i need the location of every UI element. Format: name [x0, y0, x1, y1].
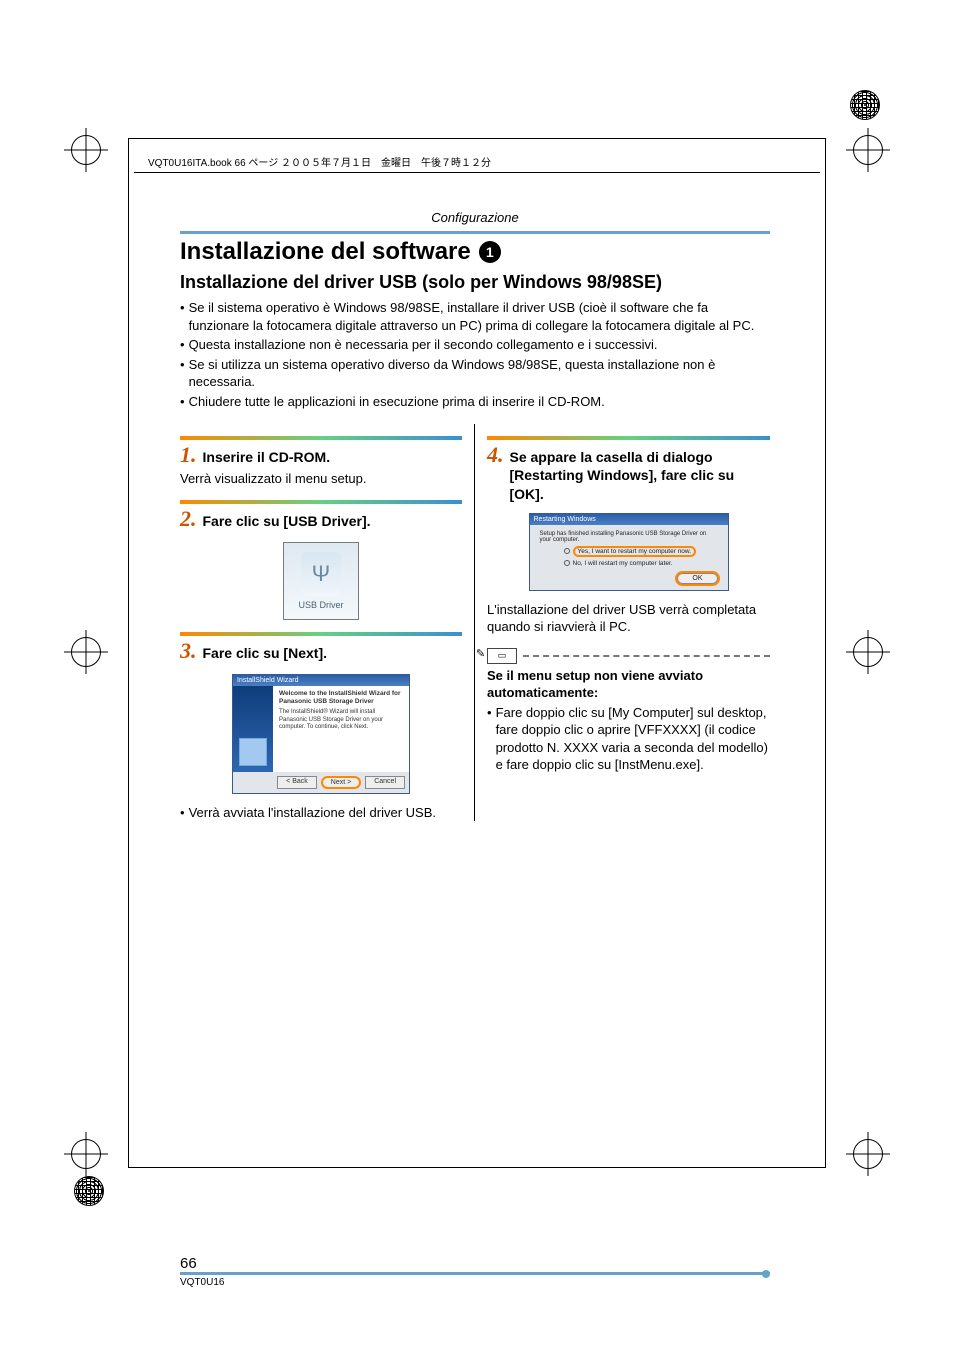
intro-text: Se il sistema operativo è Windows 98/98S… [189, 299, 770, 334]
registration-mark-icon [64, 1132, 108, 1176]
intro-bullet: Se si utilizza un sistema operativo dive… [180, 356, 770, 391]
wizard-text: Welcome to the InstallShield Wizard for … [273, 686, 409, 772]
step-bar-icon [180, 500, 462, 504]
step-title: Fare clic su [Next]. [203, 644, 328, 662]
step-3: 3 Fare clic su [Next]. [180, 638, 462, 664]
note-text: Fare doppio clic su [My Computer] sul de… [496, 704, 770, 774]
bullet-icon [180, 393, 185, 411]
usb-icon: Ψ [301, 552, 341, 596]
usb-label: USB Driver [298, 600, 343, 610]
step-title: Se appare la casella di dialogo [Restart… [510, 448, 771, 503]
page-footer: 66 VQT0U16 [180, 1255, 770, 1288]
restart-body: Setup has finished installing Panasonic … [530, 525, 728, 590]
title-badge-icon: 1 [479, 241, 501, 263]
step-number: 4 [487, 442, 504, 468]
two-column-layout: 1 Inserire il CD-ROM. Verrà visualizzato… [180, 424, 770, 821]
bullet-icon [180, 299, 185, 334]
install-wizard-figure: InstallShield Wizard Welcome to the Inst… [232, 674, 410, 794]
usb-driver-figure: Ψ USB Driver [283, 542, 359, 620]
registration-mark-icon [846, 630, 890, 674]
note-block: ▭ Se il menu setup non viene avviato aut… [487, 648, 770, 774]
wizard-body: Welcome to the InstallShield Wizard for … [233, 686, 409, 772]
step4-after: L'installazione del driver USB verrà com… [487, 601, 770, 636]
step-4: 4 Se appare la casella di dialogo [Resta… [487, 442, 770, 503]
restart-opt-no[interactable]: No, I will restart my computer later. [564, 560, 718, 567]
bullet-icon [487, 704, 492, 774]
restart-titlebar: Restarting Windows [530, 514, 728, 525]
note-divider: ▭ [487, 648, 770, 664]
book-header: VQT0U16ITA.book 66 ページ ２００５年７月１日 金曜日 午後７… [148, 154, 491, 169]
intro-text: Se si utilizza un sistema operativo dive… [189, 356, 770, 391]
step-number: 2 [180, 506, 197, 532]
ok-button[interactable]: OK [677, 573, 717, 584]
wizard-heading: Welcome to the InstallShield Wizard for … [279, 690, 403, 706]
right-column: 4 Se appare la casella di dialogo [Resta… [475, 424, 770, 821]
radio-label: Yes, I want to restart my computer now. [573, 546, 697, 557]
intro-text: Chiudere tutte le applicazioni in esecuz… [189, 393, 605, 411]
wizard-titlebar: InstallShield Wizard [233, 675, 409, 686]
ok-wrap: OK [540, 573, 718, 584]
footer-rule [180, 1272, 770, 1275]
dashes-icon [523, 655, 770, 657]
step3-after-text: Verrà avviata l'installazione del driver… [189, 804, 436, 822]
step-2: 2 Fare clic su [USB Driver]. [180, 506, 462, 532]
wizard-desc: The InstallShield® Wizard will install P… [279, 709, 383, 729]
note-heading: Se il menu setup non viene avviato autom… [487, 668, 770, 702]
left-column: 1 Inserire il CD-ROM. Verrà visualizzato… [180, 424, 475, 821]
step-number: 3 [180, 638, 197, 664]
page-code: VQT0U16 [180, 1277, 770, 1288]
intro-bullet: Chiudere tutte le applicazioni in esecuz… [180, 393, 770, 411]
section-label: Configurazione [180, 210, 770, 225]
title-row: Installazione del software 1 [180, 231, 770, 266]
footer-dot-icon [762, 1270, 770, 1278]
intro-bullet: Questa installazione non è necessaria pe… [180, 336, 770, 354]
restart-dialog-figure: Restarting Windows Setup has finished in… [529, 513, 729, 591]
header-rule [134, 172, 820, 173]
radio-label: No, I will restart my computer later. [573, 560, 673, 567]
step3-after: Verrà avviata l'installazione del driver… [180, 804, 462, 822]
intro-text: Questa installazione non è necessaria pe… [189, 336, 658, 354]
bullet-icon [180, 356, 185, 391]
page-number: 66 [180, 1255, 770, 1272]
intro-bullets: Se il sistema operativo è Windows 98/98S… [180, 299, 770, 410]
registration-mark-icon [64, 630, 108, 674]
step-title: Fare clic su [USB Driver]. [203, 512, 371, 530]
wizard-side-graphic [233, 686, 273, 772]
globe-mark-icon [850, 90, 880, 120]
step-body: Verrà visualizzato il menu setup. [180, 470, 462, 488]
globe-mark-icon [74, 1176, 104, 1206]
step-number: 1 [180, 442, 197, 468]
note-icon: ▭ [487, 648, 517, 664]
back-button[interactable]: < Back [277, 776, 317, 789]
radio-icon [564, 560, 570, 566]
wizard-footer: < Back Next > Cancel [233, 772, 409, 793]
bullet-icon [180, 804, 185, 822]
intro-bullet: Se il sistema operativo è Windows 98/98S… [180, 299, 770, 334]
page-content: Configurazione Installazione del softwar… [180, 210, 770, 821]
cancel-button[interactable]: Cancel [365, 776, 405, 789]
registration-mark-icon [846, 128, 890, 172]
step-bar-icon [180, 632, 462, 636]
registration-mark-icon [64, 128, 108, 172]
step-bar-icon [180, 436, 462, 440]
step-title: Inserire il CD-ROM. [203, 448, 331, 466]
registration-mark-icon [846, 1132, 890, 1176]
step-bar-icon [487, 436, 770, 440]
step-1: 1 Inserire il CD-ROM. [180, 442, 462, 468]
restart-opt-yes[interactable]: Yes, I want to restart my computer now. [564, 546, 718, 557]
main-title: Installazione del software [180, 238, 471, 266]
radio-icon [564, 548, 570, 554]
sub-title: Installazione del driver USB (solo per W… [180, 272, 770, 293]
next-button[interactable]: Next > [321, 776, 361, 789]
restart-msg: Setup has finished installing Panasonic … [540, 531, 718, 543]
bullet-icon [180, 336, 185, 354]
note-bullet: Fare doppio clic su [My Computer] sul de… [487, 704, 770, 774]
